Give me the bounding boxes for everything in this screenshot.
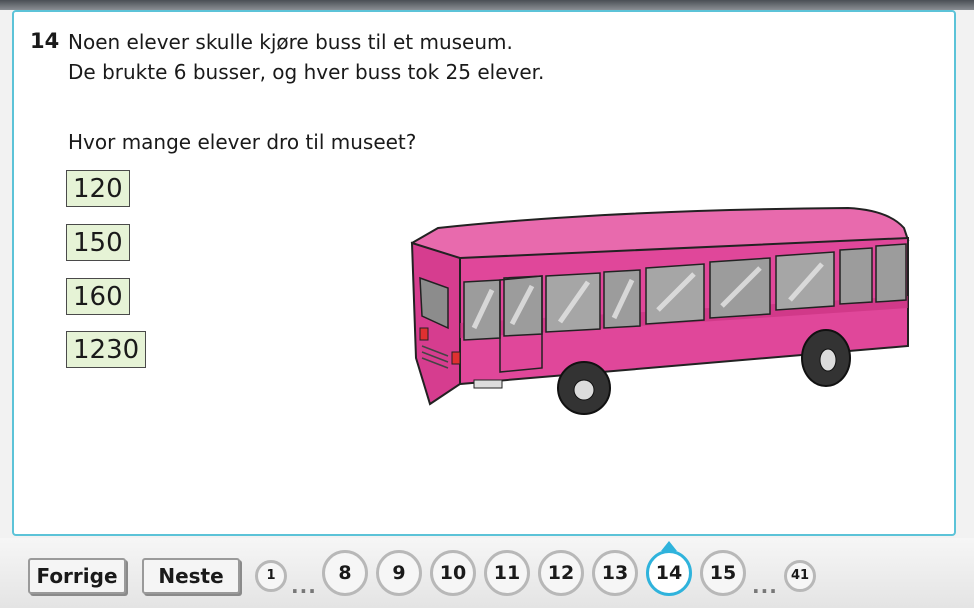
answer-option-1230[interactable]: 1230 [66,331,147,368]
question-number: 14 [30,29,60,53]
answer-option-120[interactable]: 120 [66,170,130,207]
page-button-13[interactable]: 13 [592,550,638,596]
question-text-line-1: Noen elever skulle kjøre buss til et mus… [68,30,513,54]
question-prompt: Hvor mange elever dro til museet? [68,130,417,154]
page-button-1[interactable]: 1 [255,560,287,592]
next-button[interactable]: Neste [142,558,240,594]
page-button-14-current[interactable]: 14 [646,550,692,596]
top-bar [0,0,974,10]
page-button-10[interactable]: 10 [430,550,476,596]
page-ellipsis-right: ... [752,574,778,598]
page-button-11[interactable]: 11 [484,550,530,596]
bus-illustration [410,206,910,415]
page-button-8[interactable]: 8 [322,550,368,596]
page-button-12[interactable]: 12 [538,550,584,596]
page-button-9[interactable]: 9 [376,550,422,596]
answer-option-160[interactable]: 160 [66,278,130,315]
page-button-41[interactable]: 41 [784,560,816,592]
question-text-line-2: De brukte 6 busser, og hver buss tok 25 … [68,60,545,84]
previous-button[interactable]: Forrige [28,558,126,594]
page-button-15[interactable]: 15 [700,550,746,596]
page-ellipsis-left: ... [291,574,317,598]
answer-option-150[interactable]: 150 [66,224,130,261]
question-panel: 14 Noen elever skulle kjøre buss til et … [12,10,956,536]
